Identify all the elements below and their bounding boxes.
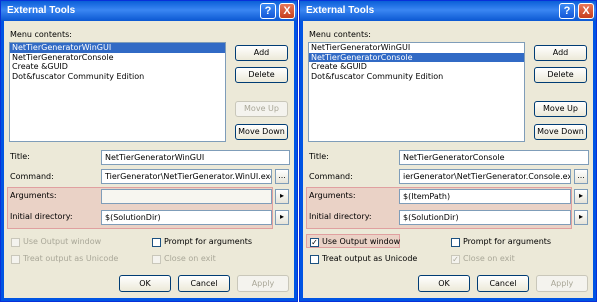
close-on-exit-label: Close on exit [164, 254, 216, 263]
add-button[interactable]: Add [235, 45, 288, 61]
prompt-for-arguments-label: Prompt for arguments [164, 237, 253, 246]
menu-contents-list[interactable]: NetTierGeneratorWinGUI NetTierGeneratorC… [9, 42, 226, 142]
move-up-button[interactable]: Move Up [235, 101, 288, 117]
close-on-exit-checkbox[interactable] [152, 255, 161, 264]
treat-output-unicode-checkbox[interactable] [11, 255, 20, 264]
title-field[interactable]: NetTierGeneratorConsole [399, 150, 589, 165]
list-item[interactable]: NetTierGeneratorConsole [309, 52, 524, 62]
initial-directory-label: Initial directory: [309, 212, 372, 221]
help-button[interactable]: ? [260, 3, 276, 19]
prompt-for-arguments-checkbox[interactable] [451, 238, 460, 247]
title-label: Title: [309, 152, 329, 161]
dialog-client: Menu contents: NetTierGeneratorWinGUI Ne… [303, 21, 593, 298]
list-item[interactable]: NetTierGeneratorWinGUI [10, 43, 225, 53]
use-output-window-checkbox[interactable] [11, 238, 20, 247]
dialog-client: Menu contents: NetTierGeneratorWinGUI Ne… [4, 21, 294, 298]
arguments-arrow-button[interactable]: ▸ [275, 189, 289, 204]
list-item[interactable]: Dot&fuscator Community Edition [309, 72, 524, 82]
move-down-button[interactable]: Move Down [534, 124, 587, 140]
help-button[interactable]: ? [559, 3, 575, 19]
list-item[interactable]: NetTierGeneratorConsole [10, 53, 225, 63]
ok-button[interactable]: OK [418, 275, 470, 292]
prompt-for-arguments-checkbox[interactable] [152, 238, 161, 247]
title-field[interactable]: NetTierGeneratorWinGUI [101, 150, 290, 165]
arguments-label: Arguments: [10, 191, 57, 200]
initial-directory-arrow-button[interactable]: ▸ [574, 210, 588, 225]
arguments-arrow-button[interactable]: ▸ [574, 189, 588, 204]
prompt-for-arguments-label: Prompt for arguments [463, 237, 552, 246]
command-label: Command: [309, 172, 353, 181]
ok-button[interactable]: OK [119, 275, 171, 292]
move-up-button[interactable]: Move Up [534, 101, 587, 117]
external-tools-dialog-right: External Tools ? X Menu contents: NetTie… [299, 0, 597, 302]
treat-output-unicode-checkbox[interactable] [310, 255, 319, 264]
external-tools-dialog-left: External Tools ? X Menu contents: NetTie… [0, 0, 298, 302]
command-field[interactable]: ierGenerator\NetTierGenerator.Console.ex… [399, 169, 571, 184]
arguments-label: Arguments: [309, 191, 356, 200]
list-item[interactable]: Create &GUID [309, 62, 524, 72]
close-button[interactable]: X [578, 3, 594, 19]
cancel-button[interactable]: Cancel [178, 275, 230, 292]
initial-directory-field[interactable]: $(SolutionDir) [101, 210, 272, 225]
treat-output-unicode-label: Treat output as Unicode [322, 254, 418, 263]
delete-button[interactable]: Delete [534, 67, 587, 83]
arguments-field[interactable]: $(ItemPath) [399, 189, 571, 204]
list-item[interactable]: Dot&fuscator Community Edition [10, 72, 225, 82]
menu-contents-list[interactable]: NetTierGeneratorWinGUI NetTierGeneratorC… [308, 42, 525, 142]
move-down-button[interactable]: Move Down [235, 124, 288, 140]
title-label: Title: [10, 152, 30, 161]
browse-button[interactable]: ... [574, 169, 588, 184]
title-bar: External Tools ? X [300, 1, 596, 21]
delete-button[interactable]: Delete [235, 67, 288, 83]
list-item[interactable]: NetTierGeneratorWinGUI [309, 43, 524, 53]
apply-button[interactable]: Apply [536, 275, 588, 292]
initial-directory-arrow-button[interactable]: ▸ [275, 210, 289, 225]
dialog-title: External Tools [7, 5, 76, 16]
menu-contents-label: Menu contents: [10, 30, 72, 39]
close-on-exit-label: Close on exit [463, 254, 515, 263]
command-field[interactable]: TierGenerator\NetTierGenerator.WinUI.exe [101, 169, 272, 184]
title-bar: External Tools ? X [1, 1, 297, 21]
initial-directory-field[interactable]: $(SolutionDir) [399, 210, 571, 225]
close-button[interactable]: X [279, 3, 295, 19]
close-on-exit-checkbox[interactable]: ✓ [451, 255, 460, 264]
arguments-field[interactable] [101, 189, 272, 204]
dialog-title: External Tools [306, 5, 375, 16]
list-item[interactable]: Create &GUID [10, 62, 225, 72]
command-label: Command: [10, 172, 54, 181]
use-output-window-checkbox[interactable]: ✓ [310, 238, 319, 247]
treat-output-unicode-label: Treat output as Unicode [23, 254, 119, 263]
apply-button[interactable]: Apply [237, 275, 289, 292]
use-output-window-label: Use Output window [23, 237, 102, 246]
add-button[interactable]: Add [534, 45, 587, 61]
browse-button[interactable]: ... [275, 169, 289, 184]
cancel-button[interactable]: Cancel [477, 275, 529, 292]
menu-contents-label: Menu contents: [309, 30, 371, 39]
initial-directory-label: Initial directory: [10, 212, 73, 221]
use-output-window-label: Use Output window [322, 237, 401, 246]
